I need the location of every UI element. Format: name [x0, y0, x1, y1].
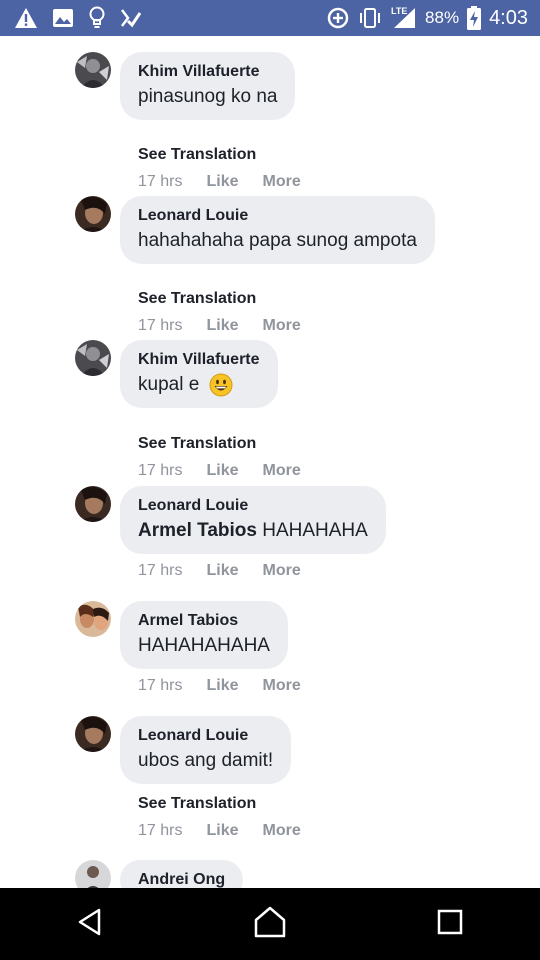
comment-author[interactable]: Andrei Ong [138, 870, 225, 888]
comment-text-line: kupal e [138, 372, 260, 398]
comment-actions: 17 hrs Like More [138, 677, 301, 695]
image-icon [52, 8, 74, 28]
see-translation-link[interactable]: See Translation [138, 795, 256, 813]
screen: LTE 88% 4:03 Khim Villafuerte pinasunog … [0, 0, 540, 960]
comment-timestamp: 17 hrs [138, 677, 183, 694]
avatar[interactable] [75, 486, 111, 522]
comment-author[interactable]: Leonard Louie [138, 206, 417, 226]
comment-bubble[interactable]: Leonard Louie ubos ang damit! [120, 716, 292, 784]
see-translation-link[interactable]: See Translation [138, 290, 256, 308]
comment-text: HAHAHAHAHA [138, 635, 270, 656]
comment-actions: 17 hrs Like More [138, 562, 301, 580]
battery-percent: 88% [425, 8, 460, 27]
comment-author[interactable]: Khim Villafuerte [138, 350, 260, 370]
comment-actions: 17 hrs Like More [138, 822, 301, 840]
avatar[interactable] [75, 601, 111, 637]
like-button[interactable]: Like [206, 822, 238, 840]
home-button[interactable] [230, 894, 310, 954]
recents-button[interactable] [410, 894, 490, 954]
comment-actions: 17 hrs Like More [138, 173, 301, 191]
comment-text: pinasunog ko na [138, 86, 278, 107]
avatar[interactable] [75, 52, 111, 88]
comment-text: ubos ang damit! [138, 750, 274, 771]
comment-text: HAHAHAHA [256, 520, 368, 541]
comment-bubble[interactable]: Khim Villafuerte kupal e [120, 340, 278, 408]
avatar[interactable] [75, 860, 111, 888]
comment-actions: 17 hrs Like More [138, 462, 301, 480]
lightbulb-icon [88, 6, 106, 30]
recents-icon [436, 908, 464, 941]
back-button[interactable] [50, 894, 130, 954]
comment-text: hahahahaha papa sunog ampota [138, 230, 417, 251]
data-saver-icon [327, 7, 349, 29]
comment-bubble[interactable]: Armel Tabios HAHAHAHAHA [120, 601, 288, 669]
checklist-icon [120, 7, 142, 29]
comment-timestamp: 17 hrs [138, 173, 183, 190]
more-button[interactable]: More [262, 317, 300, 335]
battery-charging-icon [467, 6, 482, 30]
see-translation-link[interactable]: See Translation [138, 146, 256, 164]
like-button[interactable]: Like [206, 462, 238, 480]
comment-author[interactable]: Leonard Louie [138, 496, 368, 516]
status-bar: LTE 88% 4:03 [0, 0, 540, 36]
comment-text-line: Armel Tabios HAHAHAHA [138, 518, 368, 544]
like-button[interactable]: Like [206, 317, 238, 335]
navigation-bar [0, 888, 540, 960]
comment-timestamp: 17 hrs [138, 822, 183, 839]
avatar[interactable] [75, 716, 111, 752]
grinning-face-emoji [209, 373, 233, 397]
comment-bubble[interactable]: Andrei Ong [120, 860, 244, 888]
more-button[interactable]: More [262, 462, 300, 480]
comment-timestamp: 17 hrs [138, 317, 183, 334]
comment-timestamp: 17 hrs [138, 562, 183, 579]
home-icon [253, 906, 287, 943]
vibrate-icon [357, 7, 383, 29]
like-button[interactable]: Like [206, 173, 238, 191]
comment-list[interactable]: Khim Villafuerte pinasunog ko na See Tra… [0, 36, 540, 888]
like-button[interactable]: Like [206, 677, 238, 695]
signal-icon: LTE [391, 6, 417, 30]
clock: 4:03 [489, 6, 528, 29]
more-button[interactable]: More [262, 173, 300, 191]
comment-author[interactable]: Leonard Louie [138, 726, 273, 746]
comment-bubble[interactable]: Khim Villafuerte pinasunog ko na [120, 52, 296, 120]
comment-author[interactable]: Khim Villafuerte [138, 62, 277, 82]
comment-author[interactable]: Armel Tabios [138, 611, 270, 631]
comment-actions: 17 hrs Like More [138, 317, 301, 335]
warning-icon [14, 7, 38, 29]
avatar[interactable] [75, 196, 111, 232]
mention-link[interactable]: Armel Tabios [138, 520, 257, 541]
see-translation-link[interactable]: See Translation [138, 435, 256, 453]
more-button[interactable]: More [262, 822, 300, 840]
avatar[interactable] [75, 340, 111, 376]
comment-bubble[interactable]: Leonard Louie Armel Tabios HAHAHAHA [120, 486, 386, 554]
comment-text: kupal e [138, 374, 200, 395]
comment-bubble[interactable]: Leonard Louie hahahahaha papa sunog ampo… [120, 196, 435, 264]
like-button[interactable]: Like [206, 562, 238, 580]
comment-timestamp: 17 hrs [138, 462, 183, 479]
network-type-label: LTE [391, 6, 408, 16]
more-button[interactable]: More [262, 562, 300, 580]
back-icon [75, 907, 105, 942]
more-button[interactable]: More [262, 677, 300, 695]
